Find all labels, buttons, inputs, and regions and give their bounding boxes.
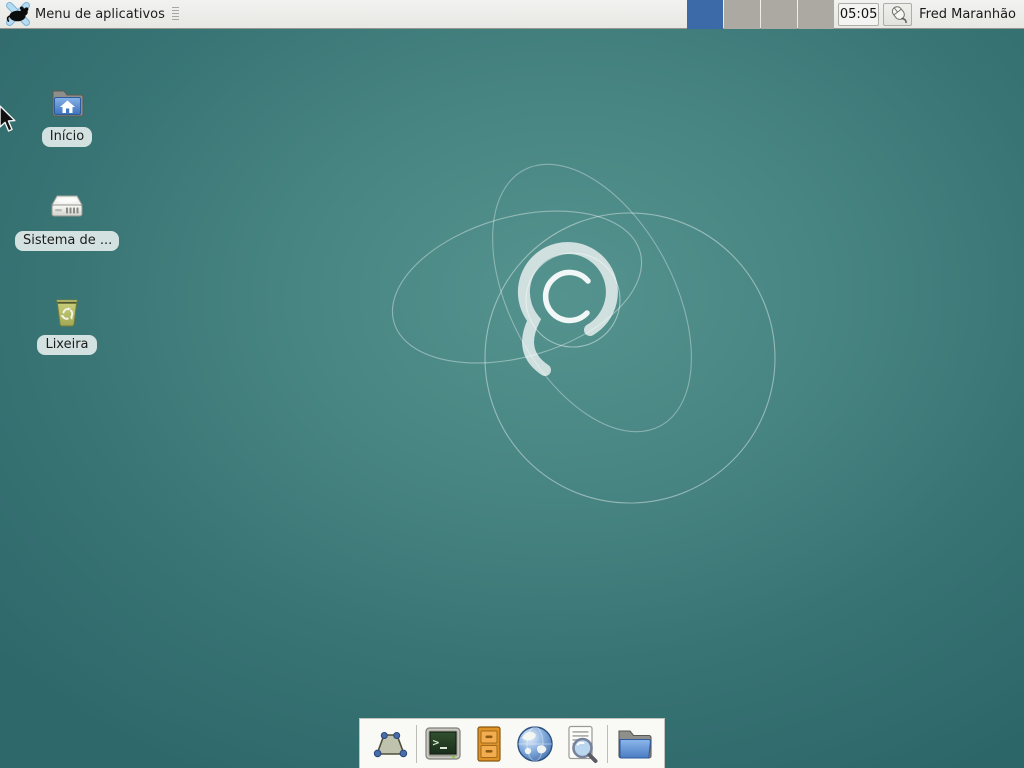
web-browser-launcher[interactable]: [512, 721, 558, 767]
workspace-cell[interactable]: [798, 0, 834, 29]
file-manager-folder-icon: [613, 723, 655, 765]
terminal-icon: >: [422, 723, 464, 765]
desktop-icon-label: Sistema de ...: [15, 231, 119, 251]
applications-menu-label: Menu de aplicativos: [35, 7, 165, 22]
desktop: Início Sistema de ...: [0, 29, 1024, 768]
launcher-dock: >: [359, 718, 665, 768]
desktop-icon-home[interactable]: Início: [14, 83, 120, 147]
desktop-icon-filesystem[interactable]: Sistema de ...: [14, 187, 120, 251]
workspace-cell[interactable]: [761, 0, 797, 29]
panel-grip-handle[interactable]: [172, 7, 179, 21]
desktop-icon-trash[interactable]: Lixeira: [14, 291, 120, 355]
dock-separator: [416, 725, 417, 763]
home-folder-icon: [47, 83, 87, 123]
file-cabinet-launcher[interactable]: [466, 721, 512, 767]
workspace-cell[interactable]: [724, 0, 760, 29]
session-action-button[interactable]: [883, 3, 912, 26]
terminal-launcher[interactable]: >: [420, 721, 466, 767]
web-browser-globe-icon: [514, 723, 556, 765]
username-label[interactable]: Fred Maranhão: [919, 7, 1016, 22]
workspace-cell[interactable]: [687, 0, 723, 29]
xfce-mouse-logo-icon: [6, 2, 30, 26]
workspace-switcher: [687, 0, 834, 29]
show-desktop-icon: [369, 723, 411, 765]
trash-icon: [47, 291, 87, 331]
app-finder-icon: [560, 723, 602, 765]
filesystem-drive-icon: [47, 187, 87, 227]
debian-swirl-wallpaper-art: [0, 29, 1024, 768]
file-cabinet-icon: [468, 723, 510, 765]
desktop-icon-label: Lixeira: [37, 335, 96, 355]
show-desktop-button[interactable]: [367, 721, 413, 767]
file-manager-launcher[interactable]: [611, 721, 657, 767]
desktop-icon-label: Início: [42, 127, 92, 147]
mouse-device-icon: [887, 3, 909, 25]
svg-text:>: >: [433, 736, 440, 749]
dock-separator: [607, 725, 608, 763]
clock[interactable]: 05:05: [838, 3, 879, 26]
applications-menu-button[interactable]: Menu de aplicativos: [0, 0, 183, 28]
app-finder-launcher[interactable]: [558, 721, 604, 767]
top-panel: Menu de aplicativos 05:05 Fred Maranhão: [0, 0, 1024, 29]
